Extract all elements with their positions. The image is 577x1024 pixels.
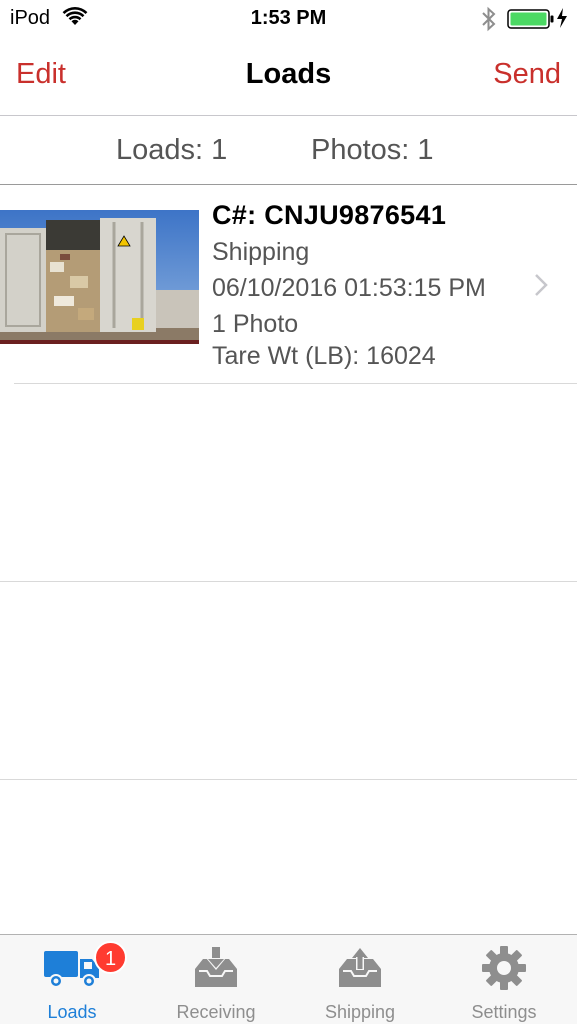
notification-badge: 1 (94, 941, 127, 974)
container-number: C#: CNJU9876541 (212, 200, 447, 230)
tab-label-receiving: Receiving (176, 1002, 256, 1022)
row-divider (0, 581, 577, 582)
inbox-upload-icon (288, 945, 432, 989)
tab-bar: 1 Loads Receiving Shipping Settings (0, 934, 577, 1024)
loads-count: Loads: 1 (116, 134, 228, 166)
tab-settings[interactable]: Settings (432, 935, 576, 1024)
tab-receiving[interactable]: Receiving (144, 935, 288, 1024)
container-photo-thumbnail (0, 210, 199, 344)
tab-label-settings: Settings (471, 1002, 537, 1022)
page-title: Loads (245, 58, 332, 90)
tab-label-loads: Loads (47, 1002, 97, 1022)
gear-icon (432, 945, 576, 991)
chevron-right-icon (533, 272, 549, 303)
photo-count: 1 Photo (212, 310, 299, 338)
list-item[interactable]: C#: CNJU9876541 Shipping 06/10/2016 01:5… (0, 186, 577, 384)
inbox-download-icon (144, 945, 288, 989)
photos-count: Photos: 1 (311, 134, 434, 166)
navigation-bar: Edit Loads Send (0, 38, 577, 116)
tab-label-shipping: Shipping (324, 1002, 396, 1022)
tare-weight: Tare Wt (LB): 16024 (212, 342, 436, 370)
row-divider (0, 779, 577, 780)
send-button[interactable]: Send (493, 58, 561, 91)
bluetooth-icon (480, 6, 498, 37)
status-bar: iPod 1:53 PM (0, 0, 577, 38)
tab-loads[interactable]: 1 Loads (0, 935, 144, 1024)
load-type: Shipping (212, 238, 310, 266)
summary-bar: Loads: 1 Photos: 1 (0, 117, 577, 185)
load-timestamp: 06/10/2016 01:53:15 PM (212, 274, 486, 302)
battery-icon (507, 9, 555, 34)
tab-shipping[interactable]: Shipping (288, 935, 432, 1024)
charging-icon (556, 7, 568, 34)
row-divider (14, 383, 577, 384)
